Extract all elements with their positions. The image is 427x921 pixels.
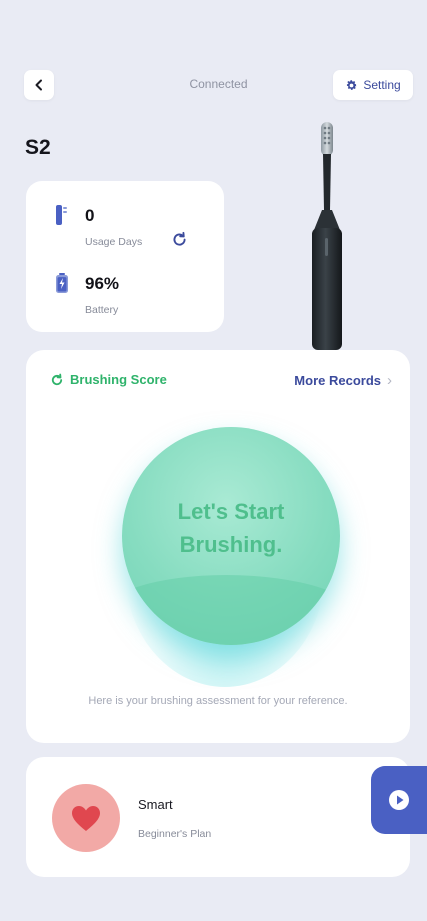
more-records-link[interactable]: More Records › <box>294 372 392 389</box>
orb-line-2: Brushing. <box>179 532 283 557</box>
battery-value: 96% <box>85 274 120 293</box>
more-records-label: More Records <box>294 373 381 388</box>
brushing-score-label: Brushing Score <box>70 372 167 387</box>
play-icon <box>389 790 409 810</box>
chevron-left-icon <box>35 79 42 91</box>
battery-icon <box>56 273 68 293</box>
heart-icon <box>72 805 100 831</box>
plan-card[interactable]: Smart Beginner's Plan <box>26 757 410 877</box>
toothbrush-image <box>312 122 342 350</box>
refresh-icon <box>51 373 63 385</box>
floating-play-button[interactable] <box>371 766 427 834</box>
score-hint: Here is your brushing assessment for you… <box>88 695 348 707</box>
chevron-right-icon: › <box>387 372 392 389</box>
back-button[interactable] <box>24 70 54 100</box>
gear-icon <box>347 79 357 90</box>
brushing-score-title[interactable]: Brushing Score <box>50 372 167 387</box>
device-stats-card: 0 Usage Days 96% Battery <box>26 181 224 332</box>
usage-days-value: 0 <box>85 206 95 225</box>
setting-label: Setting <box>363 78 401 92</box>
usage-days-label: Usage Days <box>85 236 143 248</box>
refresh-icon[interactable] <box>171 231 188 248</box>
plan-title: Smart <box>138 797 173 812</box>
start-brushing-orb[interactable]: Let's Start Brushing. <box>122 427 340 645</box>
device-name: S2 <box>25 136 51 159</box>
top-bar: Connected Setting <box>24 70 413 100</box>
orb-wave <box>122 575 340 645</box>
setting-button[interactable]: Setting <box>333 70 413 100</box>
orb-line-1: Let's Start <box>177 499 285 524</box>
plan-subtitle: Beginner's Plan <box>138 828 212 840</box>
toothbrush-head-icon <box>56 205 67 225</box>
brushing-score-card: Brushing Score More Records › Let's Star… <box>26 350 410 743</box>
orb-text: Let's Start Brushing. <box>122 495 340 561</box>
battery-label: Battery <box>85 304 119 316</box>
plan-heart-badge <box>52 784 120 852</box>
